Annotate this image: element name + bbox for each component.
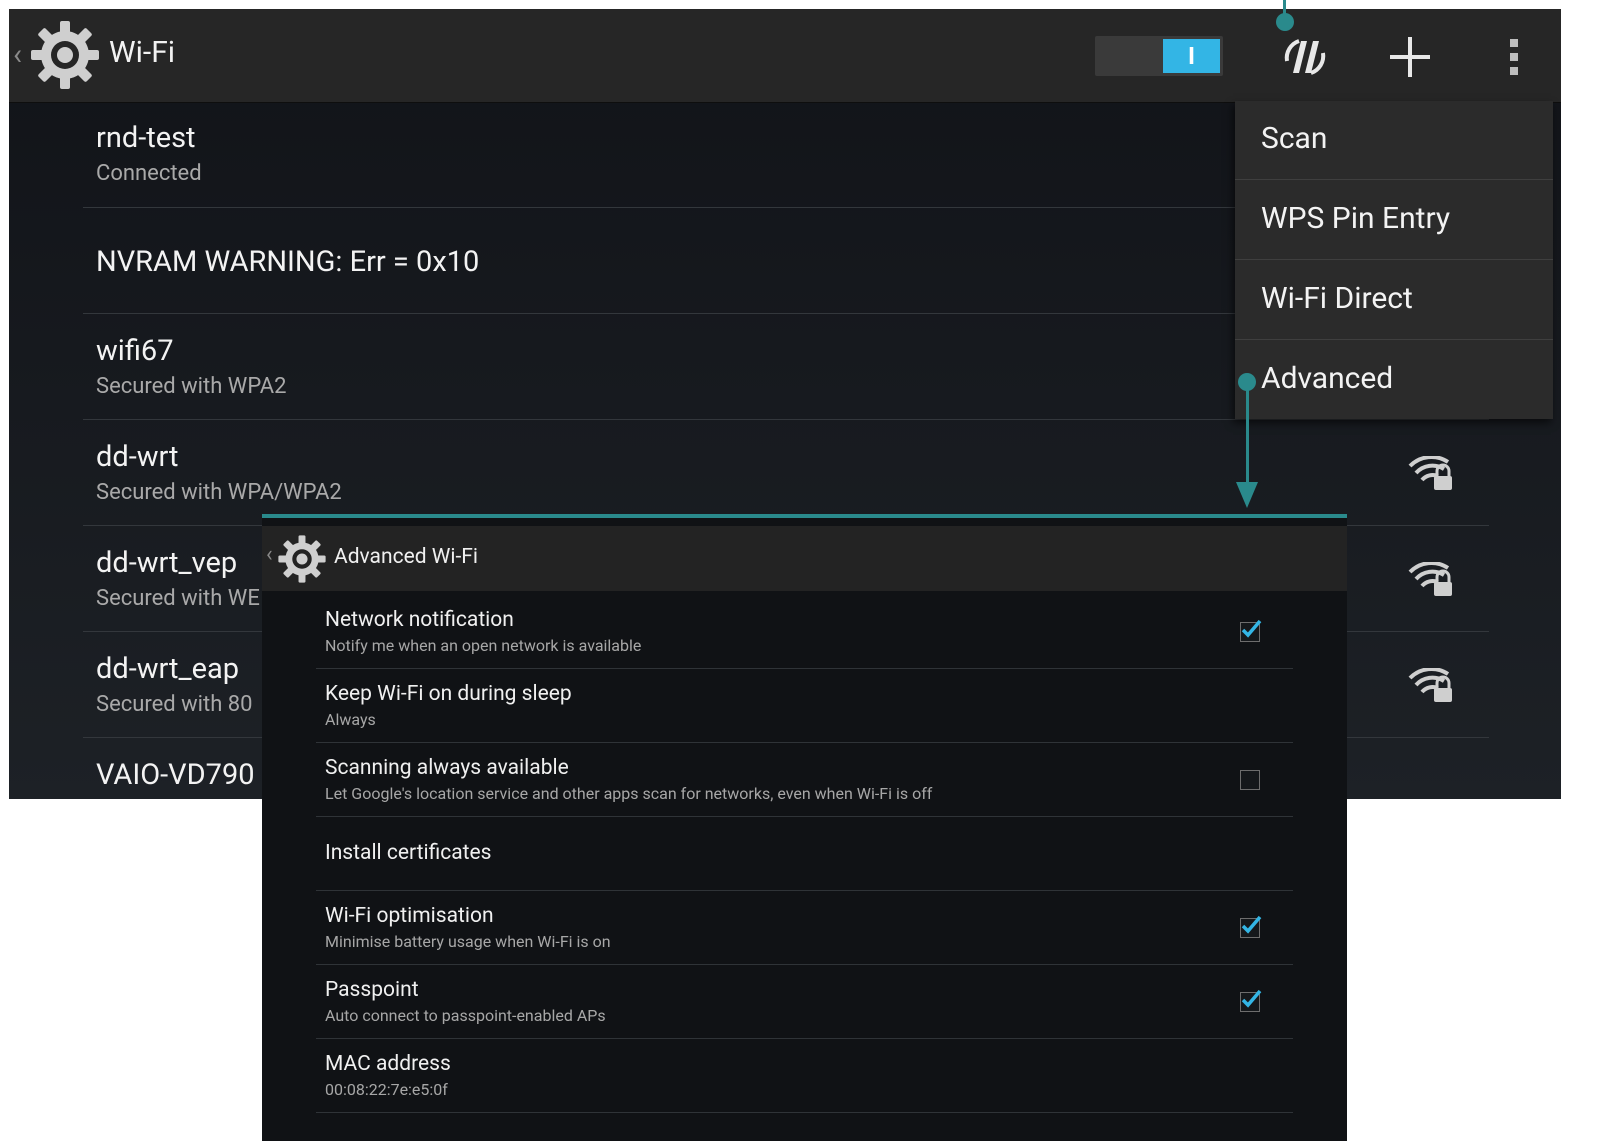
action-bar: ‹ Advanced Wi-Fi	[262, 526, 1347, 591]
pref-title: Scanning always available	[325, 756, 569, 780]
callout-line-advanced	[1246, 382, 1249, 492]
wifi-lock-signal-icon	[1408, 668, 1452, 702]
pref-keep-wifi-on[interactable]: Keep Wi-Fi on during sleep Always	[316, 669, 1293, 743]
pref-network-notification[interactable]: Network notification Notify me when an o…	[316, 595, 1293, 669]
network-item[interactable]: dd-wrt Secured with WPA/WPA2	[83, 420, 1489, 526]
checkbox-checked[interactable]	[1240, 915, 1262, 938]
pref-title: Keep Wi-Fi on during sleep	[325, 682, 572, 706]
pref-passpoint[interactable]: Passpoint Auto connect to passpoint-enab…	[316, 965, 1293, 1039]
page-title: Advanced Wi-Fi	[334, 545, 479, 569]
network-status: Secured with WPA2	[96, 374, 287, 399]
wifi-toggle[interactable]: I	[1095, 36, 1223, 76]
callout-arrow-icon	[1236, 482, 1258, 508]
pref-summary: Always	[325, 710, 376, 729]
pref-install-certificates[interactable]: Install certificates	[316, 817, 1293, 891]
overflow-menu: Scan WPS Pin Entry Wi-Fi Direct Advanced	[1235, 101, 1553, 419]
network-status: Secured with WE	[96, 586, 260, 611]
checkbox-checked[interactable]	[1240, 989, 1262, 1012]
network-name: wifi67	[96, 334, 174, 368]
network-name: NVRAM WARNING: Err = 0x10	[96, 245, 480, 279]
pref-title: Network notification	[325, 608, 514, 632]
checkbox-unchecked[interactable]	[1240, 770, 1260, 790]
pref-mac-address: MAC address 00:08:22:7e:e5:0f	[316, 1039, 1293, 1113]
settings-gear-icon[interactable]	[277, 534, 327, 584]
menu-item-scan[interactable]: Scan	[1235, 101, 1553, 180]
toggle-thumb: I	[1163, 39, 1220, 73]
menu-item-label: Advanced	[1261, 361, 1394, 396]
page-title: Wi-Fi	[109, 35, 176, 70]
pref-summary: Auto connect to passpoint-enabled APs	[325, 1006, 606, 1025]
menu-item-label: Wi-Fi Direct	[1261, 281, 1413, 316]
checkbox-checked[interactable]	[1240, 619, 1262, 642]
callout-dot-top	[1276, 13, 1294, 31]
pref-title: Wi-Fi optimisation	[325, 904, 494, 928]
network-status: Secured with WPA/WPA2	[96, 480, 342, 505]
network-name: dd-wrt	[96, 440, 179, 474]
menu-item-label: WPS Pin Entry	[1261, 201, 1451, 236]
menu-item-label: Scan	[1261, 121, 1328, 156]
network-status: Secured with 80	[96, 692, 253, 717]
action-bar: ‹ Wi-Fi I	[9, 9, 1561, 103]
network-name: dd-wrt_eap	[96, 652, 240, 686]
add-icon[interactable]	[1384, 31, 1436, 83]
back-caret-icon[interactable]: ‹	[13, 37, 22, 72]
wifi-scan-icon[interactable]	[1279, 31, 1331, 83]
network-name: rnd-test	[96, 121, 196, 155]
pref-title: Passpoint	[325, 978, 419, 1002]
pref-summary: 00:08:22:7e:e5:0f	[325, 1080, 448, 1099]
network-name: VAIO-VD790	[96, 758, 255, 792]
settings-gear-icon[interactable]	[29, 19, 101, 91]
pref-wifi-optimisation[interactable]: Wi-Fi optimisation Minimise battery usag…	[316, 891, 1293, 965]
overflow-menu-icon[interactable]	[1489, 31, 1541, 83]
menu-item-advanced[interactable]: Advanced	[1235, 341, 1553, 419]
network-status: Connected	[96, 161, 202, 186]
menu-item-wifi-direct[interactable]: Wi-Fi Direct	[1235, 261, 1553, 340]
pref-summary: Let Google's location service and other …	[325, 784, 933, 803]
pref-title: Install certificates	[325, 841, 492, 865]
back-caret-icon[interactable]: ‹	[266, 542, 273, 567]
advanced-wifi-screen: ‹ Advanced Wi-Fi Network notification No…	[262, 514, 1347, 1141]
pref-summary: Notify me when an open network is availa…	[325, 636, 642, 655]
menu-item-wps-pin-entry[interactable]: WPS Pin Entry	[1235, 181, 1553, 260]
pref-scanning-always-available[interactable]: Scanning always available Let Google's l…	[316, 743, 1293, 817]
pref-summary: Minimise battery usage when Wi-Fi is on	[325, 932, 611, 951]
wifi-lock-signal-icon	[1408, 562, 1452, 596]
network-name: dd-wrt_vep	[96, 546, 238, 580]
pref-title: MAC address	[325, 1052, 451, 1076]
wifi-lock-signal-icon	[1408, 456, 1452, 490]
